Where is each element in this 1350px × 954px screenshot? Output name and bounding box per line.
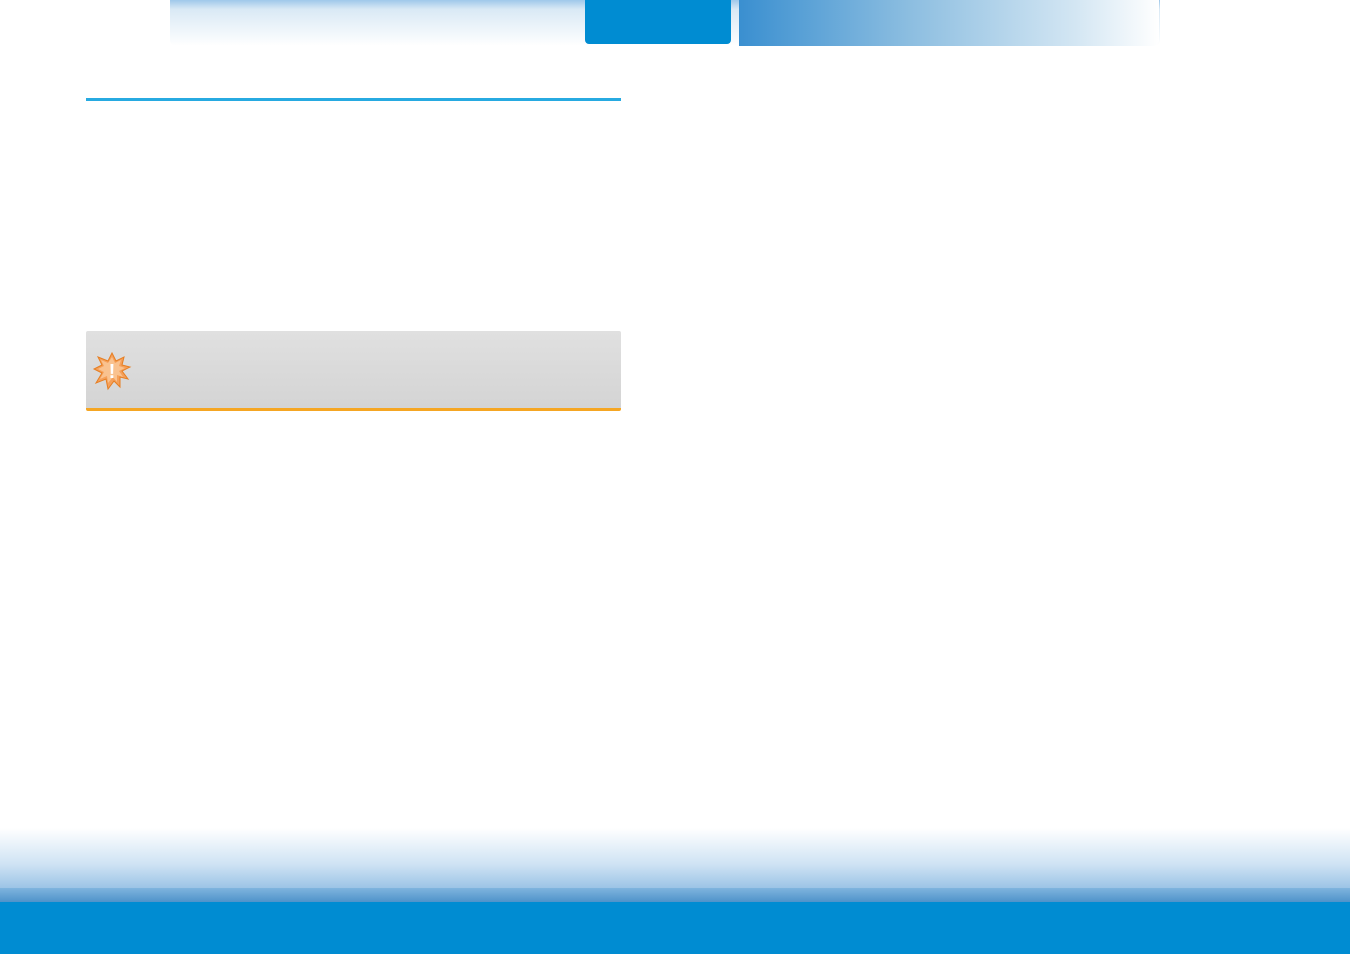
footer-bar	[0, 902, 1350, 954]
top-tab-bar	[0, 0, 1350, 46]
callout-box: !	[86, 331, 621, 411]
footer-gradient-inner	[0, 888, 1350, 902]
tab-active[interactable]	[585, 0, 731, 44]
heading-rule	[86, 98, 621, 101]
svg-text:!: !	[109, 361, 116, 383]
main-content: !	[86, 98, 621, 411]
alert-burst-icon: !	[92, 351, 132, 391]
tab-right-gradient	[739, 0, 1159, 46]
page-footer	[0, 828, 1350, 954]
footer-gradient-outer	[0, 828, 1350, 888]
